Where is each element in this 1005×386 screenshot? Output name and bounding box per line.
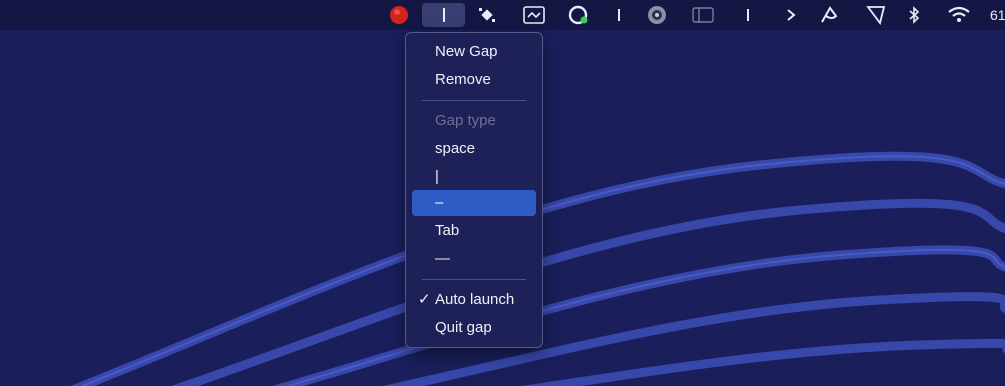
menu-item-gap-em-dash[interactable]: — (412, 246, 536, 272)
arc-icon[interactable] (818, 3, 844, 27)
record-icon[interactable] (387, 3, 411, 27)
sidebar-icon[interactable] (690, 3, 716, 27)
menu-item-gap-en-dash[interactable]: – (412, 190, 536, 216)
chevron-right-icon[interactable] (783, 3, 799, 27)
menu-bar: 61 (0, 0, 1005, 30)
wifi-icon[interactable] (946, 3, 972, 27)
menu-item-auto-launch[interactable]: ✓ Auto launch (412, 287, 536, 313)
divider-icon[interactable] (612, 3, 626, 27)
menu-separator (422, 279, 526, 280)
bluetooth-icon[interactable] (905, 3, 923, 27)
divider-icon[interactable] (741, 3, 755, 27)
menu-separator (422, 100, 526, 101)
screenshot-icon[interactable] (521, 3, 547, 27)
globe-icon[interactable] (645, 3, 669, 27)
menu-header-gap-type: Gap type (435, 112, 496, 129)
menu-item-gap-tab[interactable]: Tab (412, 218, 536, 244)
gap-menu-extra-icon[interactable] (422, 3, 465, 27)
sync-icon[interactable] (566, 3, 590, 27)
menu-item-quit[interactable]: Quit gap (412, 315, 536, 341)
menu-item-remove[interactable]: Remove (412, 67, 536, 93)
menu-item-new-gap[interactable]: New Gap (412, 39, 536, 65)
menu-item-gap-pipe[interactable]: | (412, 164, 536, 190)
app-icon[interactable] (475, 3, 499, 27)
menu-item-gap-space[interactable]: space (412, 136, 536, 162)
menu-item-auto-launch-label: Auto launch (435, 291, 515, 308)
gap-dropdown-menu: New Gap Remove Gap type space | – Tab — … (405, 32, 543, 348)
menu-bar-clock[interactable]: 61 (990, 7, 1005, 23)
checkmark-icon: ✓ (418, 291, 431, 308)
flag-icon[interactable] (864, 3, 888, 27)
